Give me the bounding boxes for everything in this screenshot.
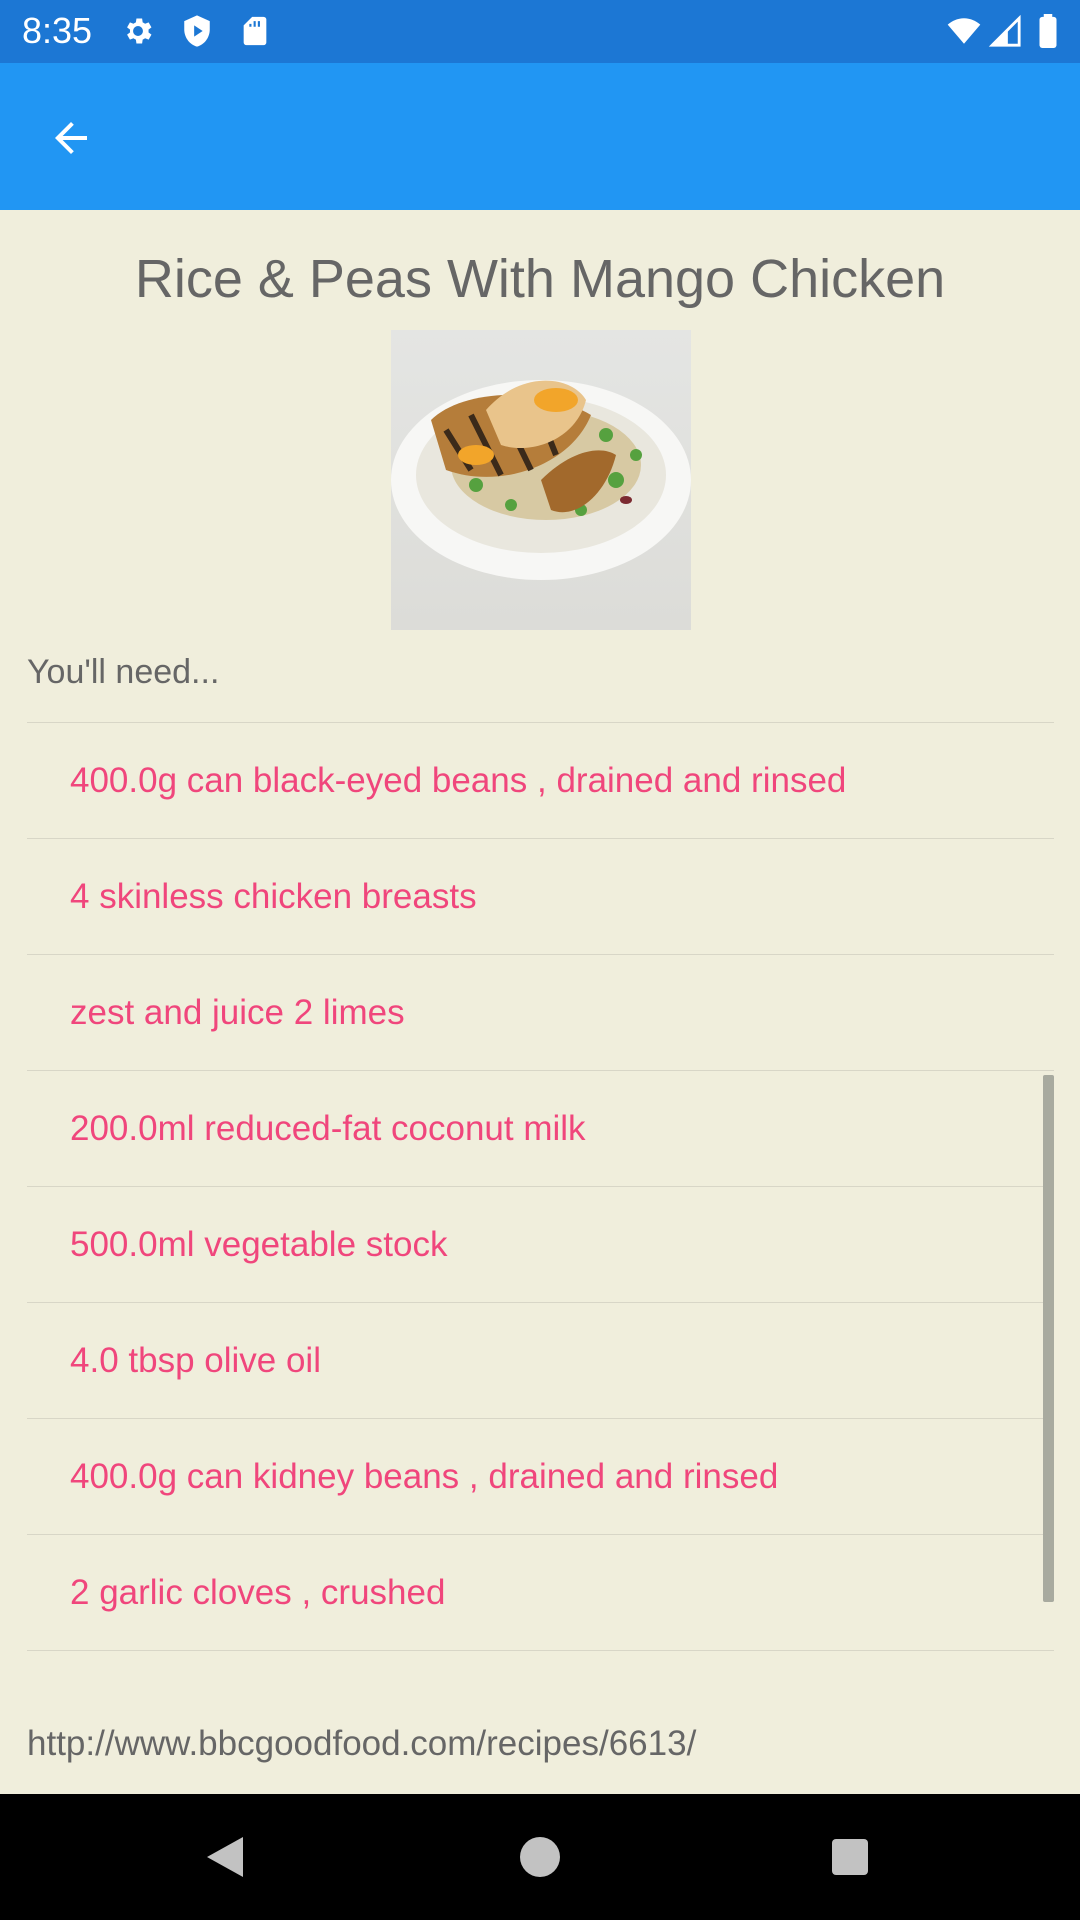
- shield-play-icon: [184, 15, 210, 47]
- ingredient-item[interactable]: 4.0 tbsp olive oil: [27, 1302, 1054, 1418]
- ingredient-text: 4 skinless chicken breasts: [70, 876, 477, 916]
- ingredient-text: 400.0g can kidney beans , drained and ri…: [70, 1456, 779, 1496]
- ingredient-item[interactable]: 4 skinless chicken breasts: [27, 838, 1054, 954]
- ingredient-text: 500.0ml vegetable stock: [70, 1224, 448, 1264]
- ingredient-item[interactable]: 2 garlic cloves , crushed: [27, 1534, 1054, 1651]
- cell-signal-icon: [988, 14, 1021, 47]
- ingredient-item[interactable]: 400.0g can kidney beans , drained and ri…: [27, 1418, 1054, 1534]
- home-circle-icon: [520, 1837, 560, 1877]
- recipe-content: Rice & Peas With Mango Chicken You'll ne…: [0, 210, 1080, 1794]
- ingredient-text: 2 garlic cloves , crushed: [70, 1572, 446, 1612]
- ingredient-item[interactable]: 500.0ml vegetable stock: [27, 1186, 1054, 1302]
- arrow-left-icon: [55, 122, 87, 154]
- source-link[interactable]: http://www.bbcgoodfood.com/recipes/6613/: [27, 1723, 696, 1765]
- status-time: 8:35: [22, 10, 93, 51]
- app-bar: [0, 63, 1080, 210]
- recents-square-icon: [832, 1839, 868, 1875]
- recipe-title: Rice & Peas With Mango Chicken: [134, 249, 946, 309]
- back-button[interactable]: [28, 103, 114, 173]
- gear-icon: [127, 18, 152, 44]
- battery-icon: [1039, 14, 1057, 48]
- ingredient-item[interactable]: 400.0g can black-eyed beans , drained an…: [27, 722, 1054, 838]
- sd-card-icon: [243, 16, 267, 46]
- nav-home-button[interactable]: [505, 1824, 575, 1890]
- ingredient-text: 400.0g can black-eyed beans , drained an…: [70, 760, 847, 800]
- back-triangle-icon: [207, 1837, 243, 1877]
- nav-recents-button[interactable]: [815, 1824, 885, 1890]
- ingredient-text: 200.0ml reduced-fat coconut milk: [70, 1108, 586, 1148]
- status-bar: 8:35: [0, 0, 1080, 63]
- ingredient-scrollbar[interactable]: [1043, 1075, 1054, 1602]
- nav-back-button[interactable]: [190, 1824, 260, 1890]
- ingredient-text: zest and juice 2 limes: [70, 992, 405, 1032]
- ingredient-text: 4.0 tbsp olive oil: [70, 1340, 321, 1380]
- needs-label: You'll need...: [27, 653, 220, 691]
- system-nav-bar: [0, 1794, 1080, 1920]
- recipe-image: [391, 330, 691, 630]
- ingredient-item[interactable]: zest and juice 2 limes: [27, 954, 1054, 1070]
- ingredient-list: 400.0g can black-eyed beans , drained an…: [27, 722, 1054, 1651]
- ingredient-item[interactable]: 200.0ml reduced-fat coconut milk: [27, 1070, 1054, 1186]
- wifi-icon: [947, 18, 981, 44]
